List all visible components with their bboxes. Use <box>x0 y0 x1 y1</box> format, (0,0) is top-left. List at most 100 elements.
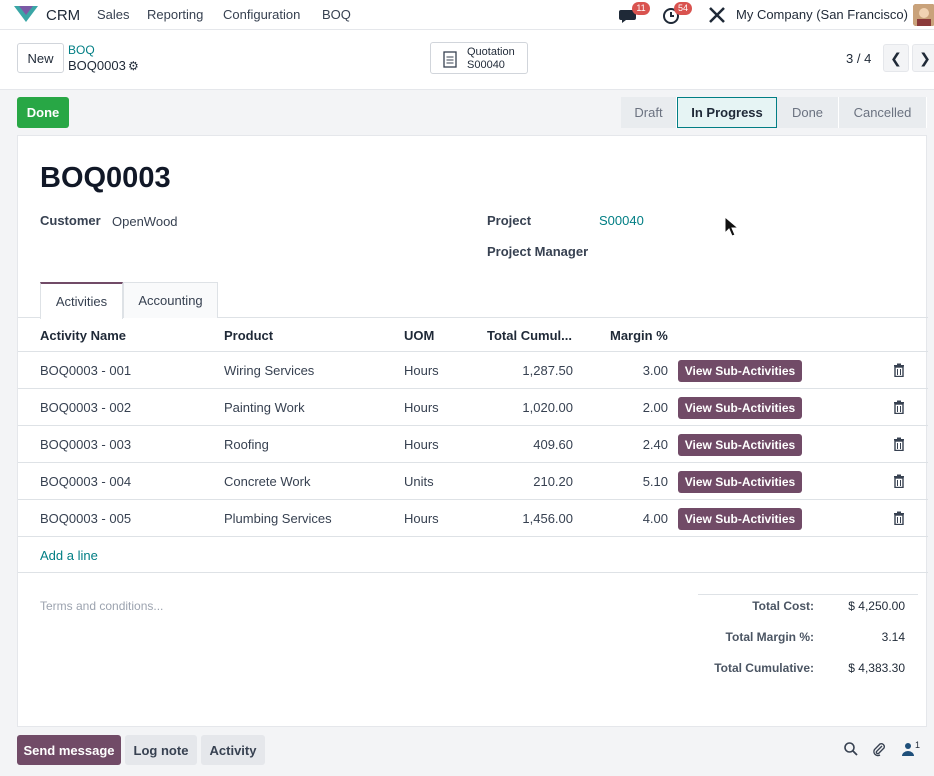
column-activity-name[interactable]: Activity Name <box>40 328 126 343</box>
activities-badge: 54 <box>674 2 692 15</box>
app-name[interactable]: CRM <box>46 7 80 24</box>
column-total-cumulative[interactable]: Total Cumul... <box>487 328 572 343</box>
pager-previous-icon[interactable]: ❮ <box>883 44 909 72</box>
status-done[interactable]: Done <box>777 97 839 128</box>
new-button[interactable]: New <box>17 43 64 73</box>
paperclip-icon[interactable] <box>871 741 887 757</box>
view-sub-activities-button[interactable]: View Sub-Activities <box>678 471 802 493</box>
column-product[interactable]: Product <box>224 328 273 343</box>
row-margin: 4.00 <box>642 511 668 526</box>
search-icon[interactable] <box>843 741 859 757</box>
status-in-progress[interactable]: In Progress <box>677 97 777 128</box>
control-panel: New BOQ BOQ0003 ⚙ Quotation S00040 3 / 4… <box>0 30 934 90</box>
row-margin: 2.40 <box>642 437 668 452</box>
row-total: 1,287.50 <box>522 363 573 378</box>
row-activity-name: BOQ0003 - 004 <box>40 474 132 489</box>
quotation-smart-button[interactable]: Quotation S00040 <box>430 42 528 74</box>
totals-divider <box>698 594 918 595</box>
messages-badge: 11 <box>632 2 650 15</box>
smart-button-value: S00040 <box>467 59 505 71</box>
table-header: Activity Name Product UOM Total Cumul...… <box>18 318 928 352</box>
row-uom: Hours <box>404 437 439 452</box>
send-message-button[interactable]: Send message <box>17 735 121 765</box>
row-margin: 5.10 <box>642 474 668 489</box>
log-note-button[interactable]: Log note <box>125 735 197 765</box>
breadcrumb-parent[interactable]: BOQ <box>68 43 95 57</box>
add-line-link[interactable]: Add a line <box>40 548 98 563</box>
view-sub-activities-button[interactable]: View Sub-Activities <box>678 508 802 530</box>
column-uom[interactable]: UOM <box>404 328 434 343</box>
row-activity-name: BOQ0003 - 002 <box>40 400 132 415</box>
view-sub-activities-button[interactable]: View Sub-Activities <box>678 360 802 382</box>
view-sub-activities-button[interactable]: View Sub-Activities <box>678 397 802 419</box>
row-product: Roofing <box>224 437 269 452</box>
notebook-tabs: Activities Accounting <box>18 282 928 319</box>
project-label: Project <box>487 213 532 228</box>
column-margin[interactable]: Margin % <box>610 328 668 343</box>
row-uom: Hours <box>404 511 439 526</box>
tab-activities[interactable]: Activities <box>40 282 123 319</box>
trash-icon[interactable] <box>893 363 905 377</box>
menu-boq[interactable]: BOQ <box>322 7 351 22</box>
status-draft[interactable]: Draft <box>621 97 677 128</box>
followers-icon[interactable] <box>900 741 916 757</box>
trash-icon[interactable] <box>893 511 905 525</box>
total-cost-value: $ 4,250.00 <box>848 599 905 613</box>
activity-button[interactable]: Activity <box>201 735 265 765</box>
status-bar: Draft In Progress Done Cancelled <box>621 97 927 128</box>
document-icon <box>443 51 457 68</box>
trash-icon[interactable] <box>893 437 905 451</box>
row-total: 210.20 <box>533 474 573 489</box>
total-margin-label: Total Margin %: <box>725 630 814 644</box>
app-logo-icon[interactable] <box>14 6 38 24</box>
done-button[interactable]: Done <box>17 97 69 128</box>
table-row[interactable]: BOQ0003 - 003 Roofing Hours 409.60 2.40 … <box>18 426 928 463</box>
followers-count: 1 <box>915 740 921 750</box>
menu-sales[interactable]: Sales <box>97 7 130 22</box>
row-total: 409.60 <box>533 437 573 452</box>
terms-input[interactable]: Terms and conditions... <box>40 599 163 613</box>
row-margin: 2.00 <box>642 400 668 415</box>
customer-field[interactable]: OpenWood <box>112 214 178 229</box>
record-title[interactable]: BOQ0003 <box>40 162 171 195</box>
user-avatar[interactable] <box>913 4 934 26</box>
trash-icon[interactable] <box>893 474 905 488</box>
tools-icon[interactable] <box>706 4 728 26</box>
row-product: Concrete Work <box>224 474 311 489</box>
row-uom: Units <box>404 474 434 489</box>
avatar-image-icon <box>913 4 934 26</box>
total-cumulative-label: Total Cumulative: <box>714 661 814 675</box>
form-sheet: BOQ0003 Customer OpenWood Project S00040… <box>17 135 928 727</box>
project-field[interactable]: S00040 <box>599 213 644 228</box>
row-activity-name: BOQ0003 - 003 <box>40 437 132 452</box>
row-total: 1,456.00 <box>522 511 573 526</box>
pager-next-icon[interactable]: ❯ <box>912 44 934 72</box>
total-cumulative-value: $ 4,383.30 <box>848 661 905 675</box>
top-navbar: CRM Sales Reporting Configuration BOQ 11… <box>0 0 934 30</box>
status-cancelled[interactable]: Cancelled <box>839 97 927 128</box>
row-uom: Hours <box>404 363 439 378</box>
trash-icon[interactable] <box>893 400 905 414</box>
customer-label: Customer <box>40 213 101 228</box>
mouse-cursor-icon <box>724 216 740 237</box>
company-switcher[interactable]: My Company (San Francisco) <box>736 7 908 22</box>
project-manager-field[interactable] <box>599 244 799 260</box>
view-sub-activities-button[interactable]: View Sub-Activities <box>678 434 802 456</box>
gear-icon[interactable]: ⚙ <box>128 59 139 73</box>
table-row[interactable]: BOQ0003 - 002 Painting Work Hours 1,020.… <box>18 389 928 426</box>
row-product: Plumbing Services <box>224 511 332 526</box>
row-product: Wiring Services <box>224 363 315 378</box>
total-cost-label: Total Cost: <box>752 599 814 613</box>
menu-reporting[interactable]: Reporting <box>147 7 203 22</box>
pager-value[interactable]: 3 / 4 <box>846 51 871 66</box>
menu-configuration[interactable]: Configuration <box>223 7 300 22</box>
tab-accounting[interactable]: Accounting <box>123 282 218 318</box>
table-row[interactable]: BOQ0003 - 001 Wiring Services Hours 1,28… <box>18 352 928 389</box>
breadcrumb-current: BOQ0003 <box>68 58 126 73</box>
table-row[interactable]: BOQ0003 - 005 Plumbing Services Hours 1,… <box>18 500 928 537</box>
row-margin: 3.00 <box>642 363 668 378</box>
table-row[interactable]: BOQ0003 - 004 Concrete Work Units 210.20… <box>18 463 928 500</box>
row-activity-name: BOQ0003 - 001 <box>40 363 132 378</box>
row-total: 1,020.00 <box>522 400 573 415</box>
list-divider <box>18 572 928 573</box>
